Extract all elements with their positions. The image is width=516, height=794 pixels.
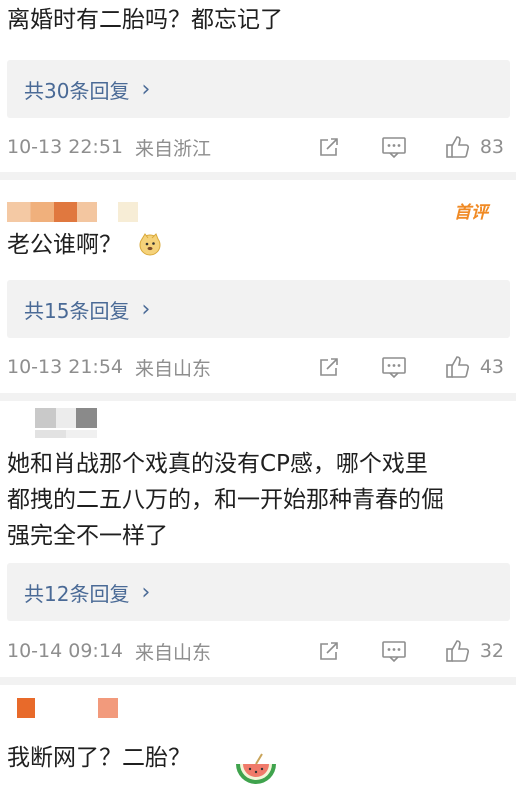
comment-divider [0, 393, 516, 401]
reply-count-label: 共15条回复 [24, 298, 130, 323]
comment-text-content: 老公谁啊？ [7, 232, 122, 258]
comment-time: 10-13 21:54 [7, 356, 124, 378]
doge-emoji [138, 232, 162, 256]
share-icon [320, 642, 338, 660]
comment-text: 都拽的二五八万的，和一开始那种青春的倔 [7, 487, 444, 513]
thumbs-up-icon [446, 640, 469, 662]
username-mosaic [7, 202, 97, 222]
chevron-right-icon: › [141, 76, 151, 102]
comment-button[interactable] [381, 135, 407, 159]
comment-text: 强完全不一样了 [7, 523, 168, 549]
comment-time: 10-13 22:51 [7, 136, 124, 158]
comment-icon [382, 137, 406, 159]
view-replies-button[interactable]: 共12条回复 › [7, 563, 510, 621]
comment-text: 离婚时有二胎吗？都忘记了 [7, 7, 283, 33]
avatar-mosaic [118, 202, 138, 222]
share-icon [320, 138, 338, 156]
comment-text: 我断网了？二胎？ [7, 745, 191, 771]
share-button[interactable] [317, 639, 341, 663]
username-mosaic [35, 408, 97, 428]
share-icon [320, 358, 338, 376]
comment-button[interactable] [381, 355, 407, 379]
view-replies-button[interactable]: 共30条回复 › [7, 60, 510, 118]
username-mosaic [17, 698, 35, 718]
like-count: 83 [479, 136, 504, 158]
comment-meta: 10-13 22:51 来自浙江 83 [7, 129, 510, 165]
watermelon-emoji [232, 752, 280, 792]
comment-text: 老公谁啊？ [7, 229, 122, 261]
comment-divider [0, 677, 516, 685]
comment-icon [382, 357, 406, 379]
username-mosaic [35, 430, 97, 438]
comment-location: 来自浙江 [135, 137, 212, 160]
comment-button[interactable] [381, 639, 407, 663]
comment-text: 她和肖战那个戏真的没有CP感，哪个戏里 [7, 451, 428, 477]
comment-location: 来自山东 [135, 357, 212, 380]
like-count: 43 [479, 356, 504, 378]
share-button[interactable] [317, 355, 341, 379]
reply-count-label: 共12条回复 [24, 581, 130, 606]
comment-divider [0, 172, 516, 180]
comment-location: 来自山东 [135, 641, 212, 664]
comment-time: 10-14 09:14 [7, 640, 124, 662]
like-button[interactable]: 43 [445, 354, 504, 380]
like-button[interactable]: 32 [445, 638, 504, 664]
view-replies-button[interactable]: 共15条回复 › [7, 280, 510, 338]
like-count: 32 [479, 640, 504, 662]
share-button[interactable] [317, 135, 341, 159]
comment-meta: 10-13 21:54 来自山东 43 [7, 349, 510, 385]
chevron-right-icon: › [141, 579, 151, 605]
avatar-mosaic [98, 698, 118, 718]
comment-meta: 10-14 09:14 来自山东 32 [7, 633, 510, 669]
chevron-right-icon: › [141, 296, 151, 322]
reply-count-label: 共30条回复 [24, 78, 130, 103]
first-comment-badge: 首评 [454, 203, 488, 223]
comment-icon [382, 641, 406, 663]
thumbs-up-icon [446, 356, 469, 378]
like-button[interactable]: 83 [445, 134, 504, 160]
thumbs-up-icon [446, 136, 469, 158]
